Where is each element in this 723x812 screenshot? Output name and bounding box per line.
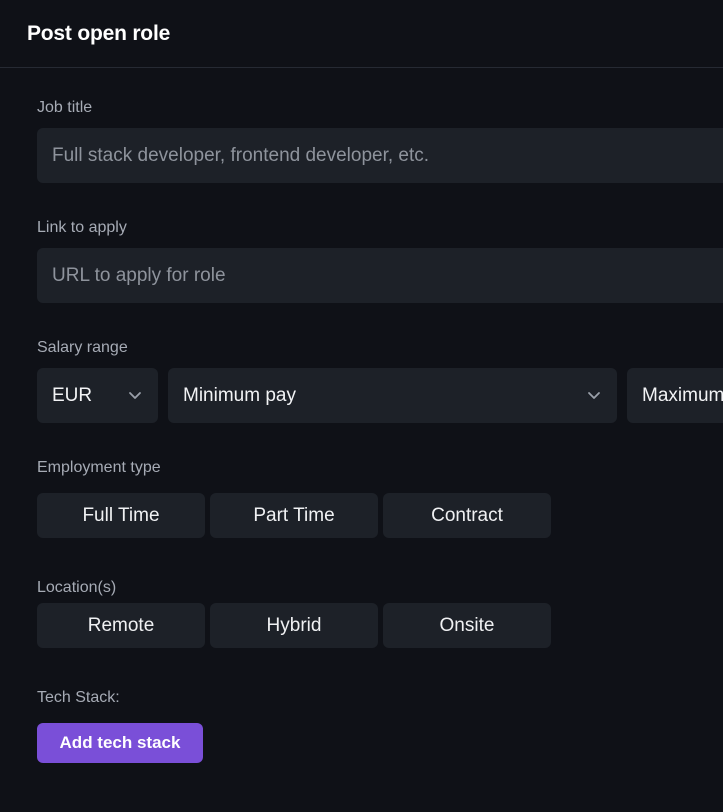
maximum-pay-value: Maximum pay	[642, 384, 723, 406]
job-title-label: Job title	[37, 99, 93, 116]
employment-type-label: Employment type	[37, 459, 161, 476]
employment-part-time-button[interactable]: Part Time	[210, 493, 378, 538]
location-onsite-button[interactable]: Onsite	[383, 603, 551, 648]
currency-value: EUR	[52, 384, 93, 406]
locations-label: Location(s)	[37, 579, 117, 596]
location-remote-button[interactable]: Remote	[37, 603, 205, 648]
page-title: Post open role	[27, 22, 171, 45]
chevron-down-icon	[588, 392, 600, 399]
salary-range-label: Salary range	[37, 339, 128, 356]
employment-contract-button[interactable]: Contract	[383, 493, 551, 538]
minimum-pay-select[interactable]: Minimum pay	[168, 368, 617, 423]
location-hybrid-button[interactable]: Hybrid	[210, 603, 378, 648]
tech-stack-label: Tech Stack:	[37, 689, 120, 706]
currency-select[interactable]: EUR	[37, 368, 158, 423]
chevron-down-icon	[129, 392, 141, 399]
page-header: Post open role	[0, 0, 723, 68]
employment-full-time-button[interactable]: Full Time	[37, 493, 205, 538]
apply-link-label: Link to apply	[37, 219, 127, 236]
location-options: Remote Hybrid Onsite	[37, 603, 551, 648]
minimum-pay-value: Minimum pay	[183, 384, 296, 406]
apply-link-input[interactable]	[37, 248, 723, 303]
maximum-pay-select[interactable]: Maximum pay	[627, 368, 723, 423]
add-tech-stack-button[interactable]: Add tech stack	[37, 723, 203, 763]
job-title-input[interactable]	[37, 128, 723, 183]
employment-type-options: Full Time Part Time Contract	[37, 493, 551, 538]
